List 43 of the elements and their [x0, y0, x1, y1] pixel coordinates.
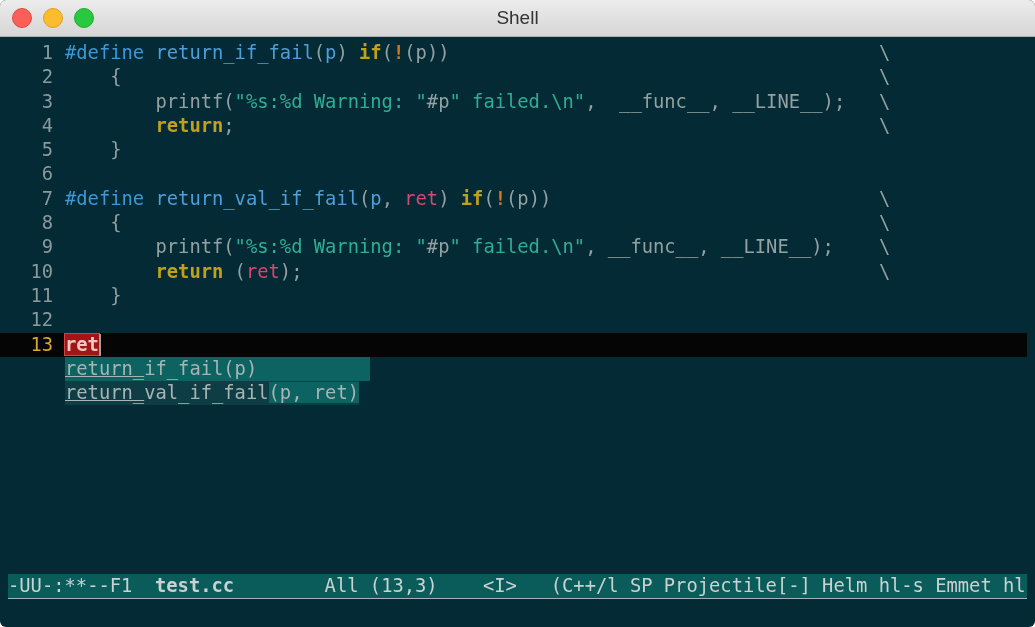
code-line: return (ret);: [154, 259, 303, 284]
code-line: {: [109, 65, 122, 90]
code-line: #define return_val_if_fail(p, ret) if(!(p)): [65, 186, 552, 212]
line-number: 3: [40, 89, 53, 114]
code-line: }: [109, 283, 122, 308]
line-number: 1: [40, 41, 53, 65]
code-line: printf("%s:%d Warning: "#p" failed.\n", __func__, __LINE__);: [154, 235, 834, 260]
line-number: 12: [29, 308, 53, 333]
line-continuation: \: [879, 186, 891, 211]
code-line: }: [109, 138, 122, 163]
line-continuation: \: [879, 259, 891, 284]
code-line: {: [109, 211, 122, 236]
line-number: 5: [40, 138, 53, 163]
line-number: 8: [40, 211, 53, 236]
buffer-name: test.cc: [155, 574, 235, 598]
completion-item[interactable]: return_if_fail(p): [65, 356, 370, 382]
line-number: 6: [40, 162, 53, 187]
line-number: 10: [29, 259, 53, 284]
code-line: #define return_if_fail(p) if(!(p)): [65, 41, 450, 66]
minimize-button[interactable]: [43, 8, 63, 28]
close-button[interactable]: [12, 8, 32, 28]
editing-state: <I>: [482, 574, 517, 598]
line-number: 2: [40, 65, 53, 90]
line-number: 9: [40, 235, 53, 260]
zoom-button[interactable]: [74, 8, 94, 28]
cursor-position: All (13,3): [324, 574, 438, 598]
line-continuation: \: [879, 89, 891, 114]
buffer-status: -UU-:**--F1: [8, 574, 133, 598]
completion-item[interactable]: return_val_if_fail(p, ret): [65, 381, 359, 406]
line-continuation: \: [879, 211, 891, 236]
window-title: Shell: [496, 7, 539, 29]
line-continuation: \: [879, 113, 891, 138]
line-number: 7: [40, 186, 53, 211]
code-line: return;: [154, 113, 235, 138]
minor-modes: (C++/l SP Projectile[-] Helm hl-s Emmet hl: [550, 574, 1026, 598]
line-number: 11: [29, 283, 53, 308]
code-line: printf("%s:%d Warning: "#p" failed.\n", __func__, __LINE__);: [154, 89, 846, 114]
line-number: 4: [40, 113, 53, 138]
line-continuation: \: [879, 65, 891, 90]
line-number: 13: [29, 332, 53, 357]
line-continuation: \: [879, 235, 891, 260]
line-continuation: \: [879, 41, 891, 65]
text-cursor: [98, 333, 101, 356]
